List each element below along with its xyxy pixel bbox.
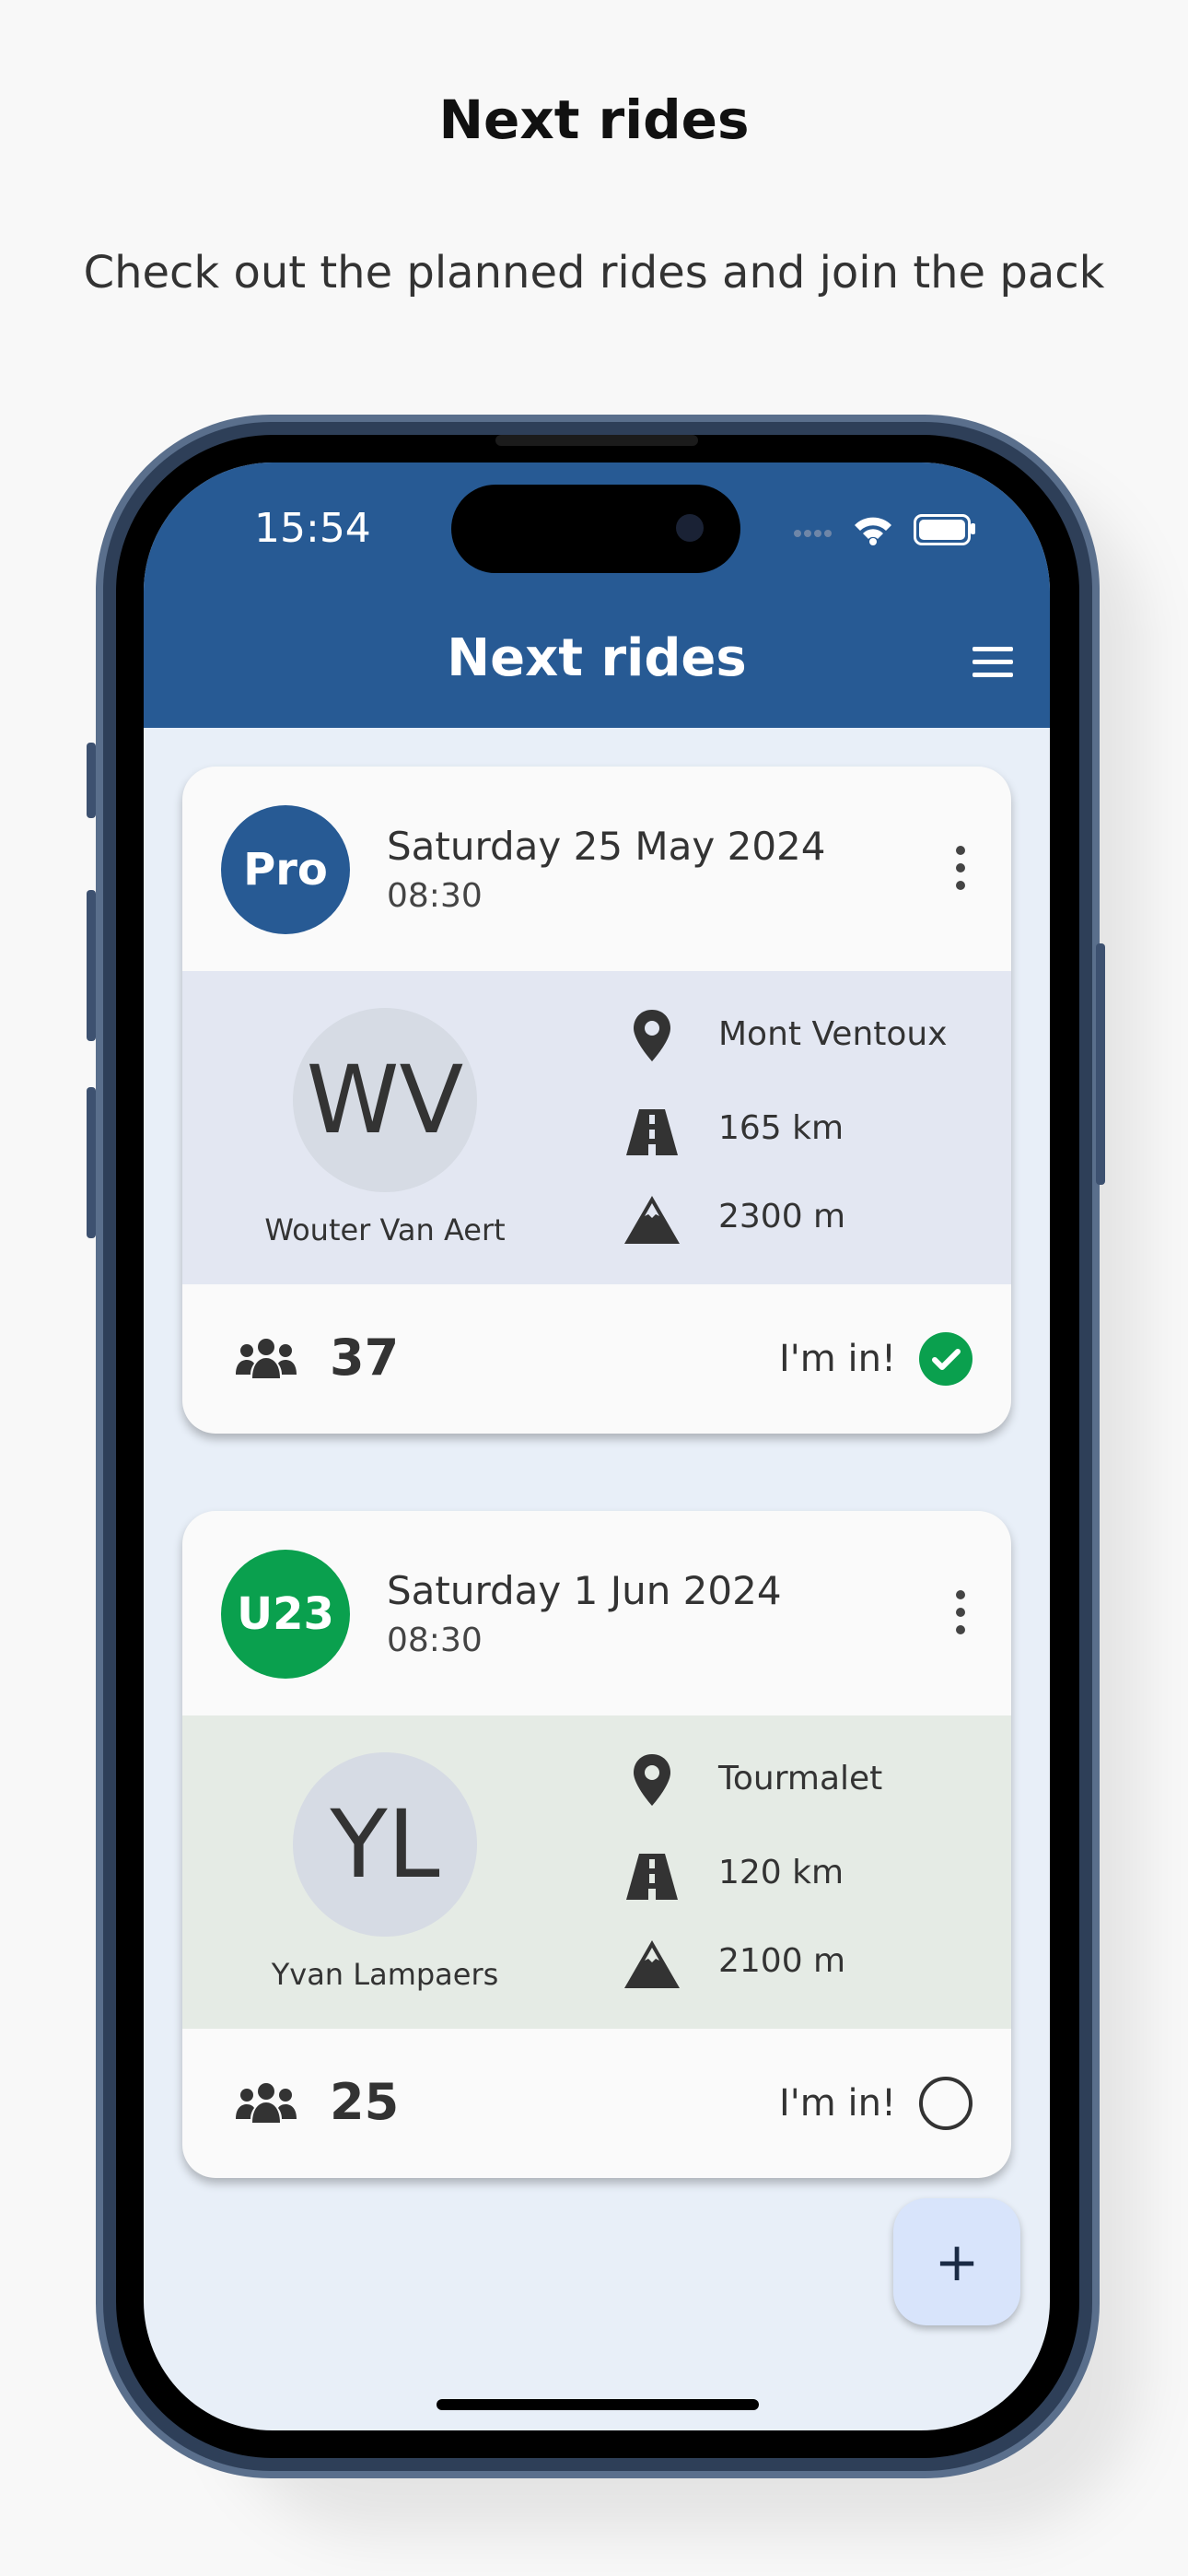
road-icon bbox=[626, 1109, 678, 1155]
ride-card[interactable]: Pro Saturday 25 May 2024 08:30 WV Wouter… bbox=[182, 767, 1011, 1434]
home-indicator[interactable] bbox=[437, 2399, 759, 2410]
mountain-icon bbox=[624, 1940, 680, 1988]
leader-name: Wouter Van Aert bbox=[264, 1212, 506, 1247]
ride-distance: 165 km bbox=[718, 1109, 844, 1147]
power-button bbox=[1096, 943, 1105, 1185]
level-badge: Pro bbox=[221, 805, 350, 934]
join-checkbox[interactable] bbox=[919, 1332, 973, 1386]
ride-card-footer: 37 I'm in! bbox=[182, 1284, 1011, 1434]
app-bar: 15:54 Next rides bbox=[144, 463, 1050, 728]
ride-elevation: 2300 m bbox=[718, 1198, 846, 1235]
wifi-icon bbox=[855, 517, 891, 545]
page-title: Next rides bbox=[438, 88, 750, 151]
signal-dots-icon bbox=[794, 523, 834, 541]
ride-location: Tourmalet bbox=[718, 1760, 883, 1797]
speaker-grille bbox=[495, 435, 698, 446]
rider-count: 37 bbox=[330, 1329, 400, 1387]
ride-time: 08:30 bbox=[387, 877, 483, 915]
ride-date: Saturday 1 Jun 2024 bbox=[387, 1568, 782, 1613]
ride-details: YL Yvan Lampaers Tourmalet 120 km 2100 m bbox=[182, 1715, 1011, 2029]
road-icon bbox=[626, 1854, 678, 1900]
phone-screen: 15:54 Next rides Pro Saturday 25 May 202… bbox=[144, 463, 1050, 2430]
avatar: WV bbox=[293, 1008, 477, 1192]
volume-up-button bbox=[87, 890, 96, 1041]
hamburger-menu-icon[interactable] bbox=[973, 647, 1013, 680]
app-bar-title: Next rides bbox=[447, 628, 747, 688]
battery-nub bbox=[971, 523, 975, 534]
status-time: 15:54 bbox=[254, 505, 371, 552]
leader-name: Yvan Lampaers bbox=[271, 1957, 499, 1992]
ride-distance: 120 km bbox=[718, 1854, 844, 1891]
level-badge: U23 bbox=[221, 1550, 350, 1679]
location-pin-icon bbox=[634, 1754, 670, 1806]
front-camera bbox=[676, 514, 704, 542]
ride-details: WV Wouter Van Aert Mont Ventoux 165 km 2… bbox=[182, 971, 1011, 1284]
mountain-icon bbox=[624, 1196, 680, 1244]
volume-down-button bbox=[87, 1087, 96, 1238]
ride-card-header: Pro Saturday 25 May 2024 08:30 bbox=[182, 767, 1011, 971]
page-subtitle: Check out the planned rides and join the… bbox=[83, 247, 1105, 299]
ride-time: 08:30 bbox=[387, 1622, 483, 1659]
ride-location: Mont Ventoux bbox=[718, 1015, 948, 1053]
battery-icon bbox=[914, 514, 971, 545]
rider-count: 25 bbox=[330, 2073, 400, 2131]
more-options-icon[interactable] bbox=[956, 1590, 967, 1643]
ride-card-header: U23 Saturday 1 Jun 2024 08:30 bbox=[182, 1511, 1011, 1715]
ride-card[interactable]: U23 Saturday 1 Jun 2024 08:30 YL Yvan La… bbox=[182, 1511, 1011, 2178]
group-icon bbox=[236, 2083, 297, 2123]
add-ride-button[interactable]: + bbox=[893, 2198, 1020, 2325]
location-pin-icon bbox=[634, 1010, 670, 1061]
check-icon bbox=[932, 1349, 961, 1370]
im-in-label: I'm in! bbox=[779, 2082, 896, 2125]
action-button bbox=[87, 743, 96, 818]
ride-card-footer: 25 I'm in! bbox=[182, 2029, 1011, 2178]
join-checkbox[interactable] bbox=[919, 2077, 973, 2130]
more-options-icon[interactable] bbox=[956, 846, 967, 898]
im-in-label: I'm in! bbox=[779, 1338, 896, 1380]
ride-elevation: 2100 m bbox=[718, 1942, 846, 1980]
ride-date: Saturday 25 May 2024 bbox=[387, 824, 826, 869]
group-icon bbox=[236, 1339, 297, 1378]
avatar: YL bbox=[293, 1752, 477, 1937]
